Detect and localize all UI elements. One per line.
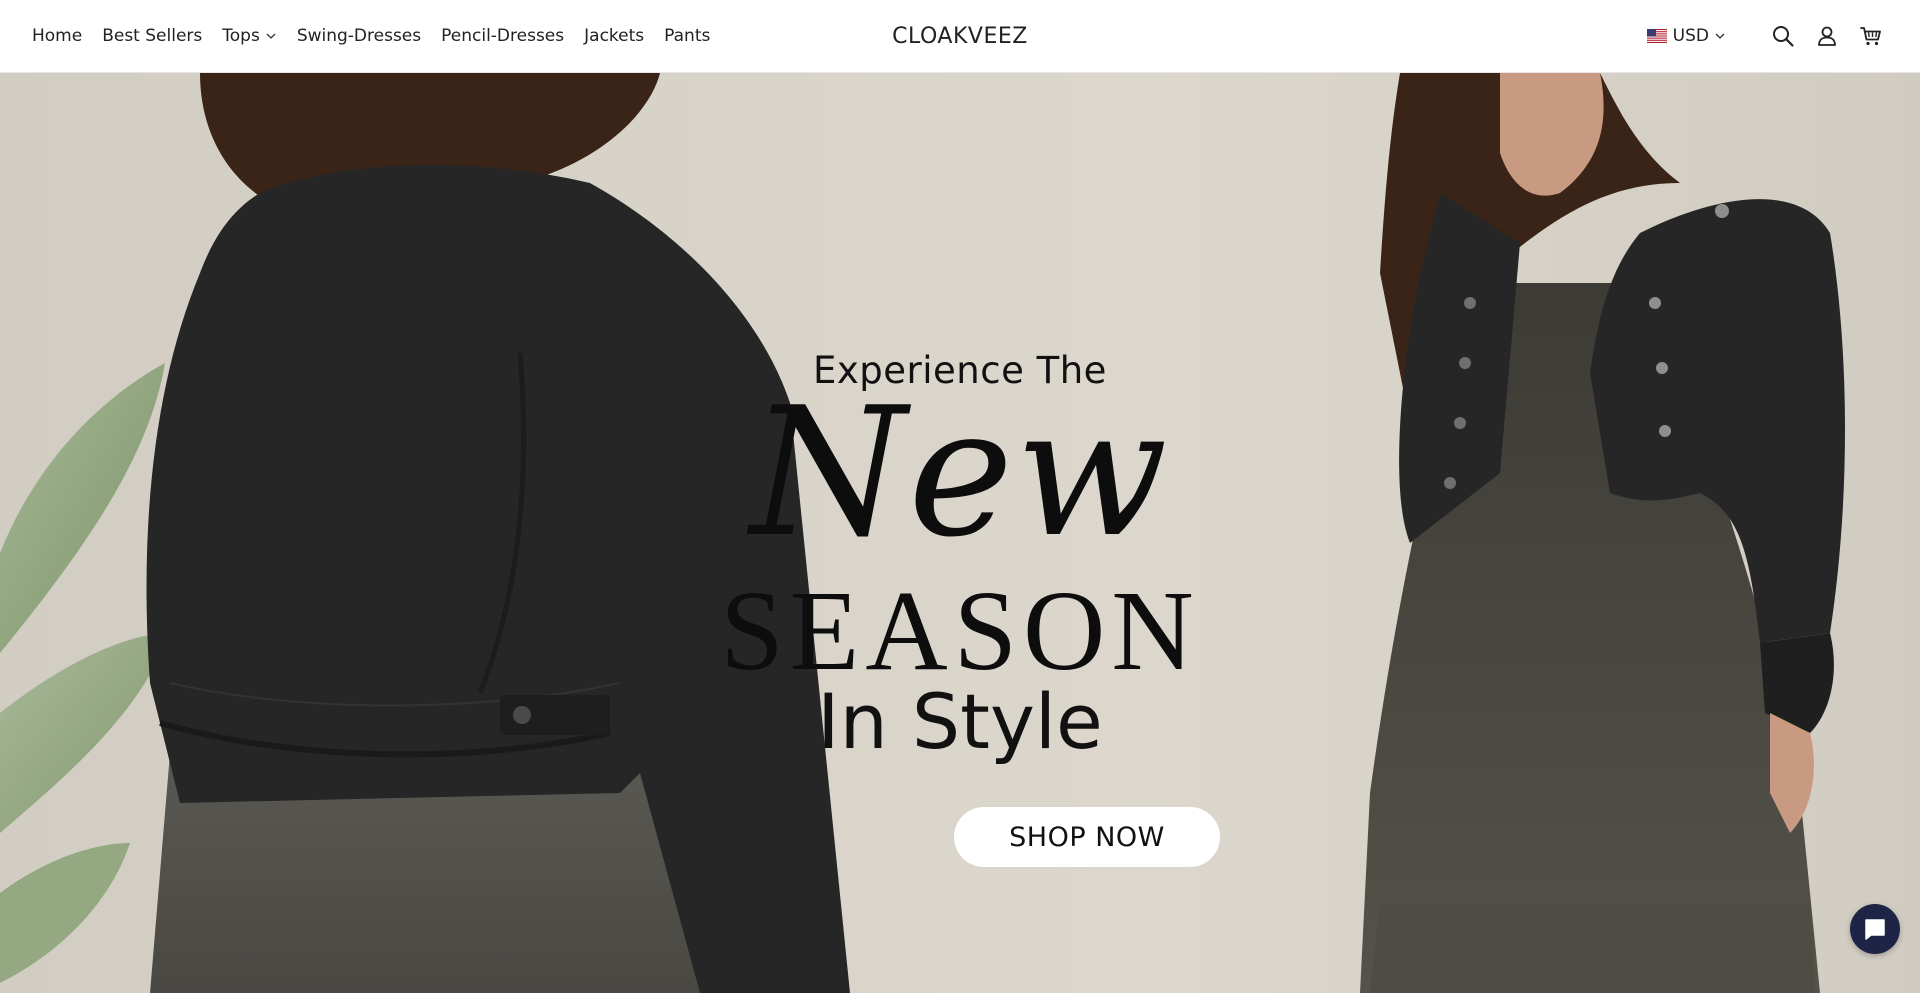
nav-tops[interactable]: Tops [222,26,277,46]
currency-label: USD [1672,26,1709,46]
account-icon [1818,26,1836,46]
header-tools: USD [1646,0,1884,72]
chat-icon [1865,919,1885,940]
chevron-down-icon [1715,33,1725,39]
nav-pencil-dresses[interactable]: Pencil-Dresses [441,26,564,46]
cart-button[interactable] [1858,23,1884,49]
hero-line-new: New [750,369,1170,576]
search-icon [1773,26,1794,47]
nav-best-sellers[interactable]: Best Sellers [102,26,202,46]
nav-home[interactable]: Home [32,26,82,46]
us-flag-icon [1646,29,1667,43]
hero-line-season: SEASON [720,567,1200,694]
nav-pants-label: Pants [664,26,711,46]
shop-now-button[interactable]: SHOP NOW [954,807,1220,867]
hero-content: Experience The New SEASON In Style SHOP … [0,73,1920,993]
nav-swing-dresses-label: Swing-Dresses [296,26,422,46]
nav-home-label: Home [32,26,83,46]
nav-jackets[interactable]: Jackets [584,26,644,46]
hero-line-in-style: In Style [817,677,1103,766]
main-nav: Home Best Sellers Tops Swing-Dresses Pen… [32,0,730,72]
currency-selector[interactable]: USD [1646,26,1726,46]
search-button[interactable] [1770,23,1796,49]
nav-swing-dresses[interactable]: Swing-Dresses [297,26,421,46]
site-logo[interactable]: CLOAKVEEZ [892,24,1028,49]
site-header: Home Best Sellers Tops Swing-Dresses Pen… [0,0,1920,73]
cart-icon [1860,27,1881,46]
nav-best-sellers-label: Best Sellers [102,26,203,46]
nav-jackets-label: Jackets [584,26,645,46]
chevron-down-icon [266,33,276,39]
hero-banner: Experience The New SEASON In Style SHOP … [0,73,1920,993]
nav-pants[interactable]: Pants [664,26,710,46]
chat-button[interactable] [1850,904,1900,954]
nav-pencil-dresses-label: Pencil-Dresses [441,26,565,46]
nav-tops-label: Tops [222,26,260,46]
account-button[interactable] [1814,23,1840,49]
